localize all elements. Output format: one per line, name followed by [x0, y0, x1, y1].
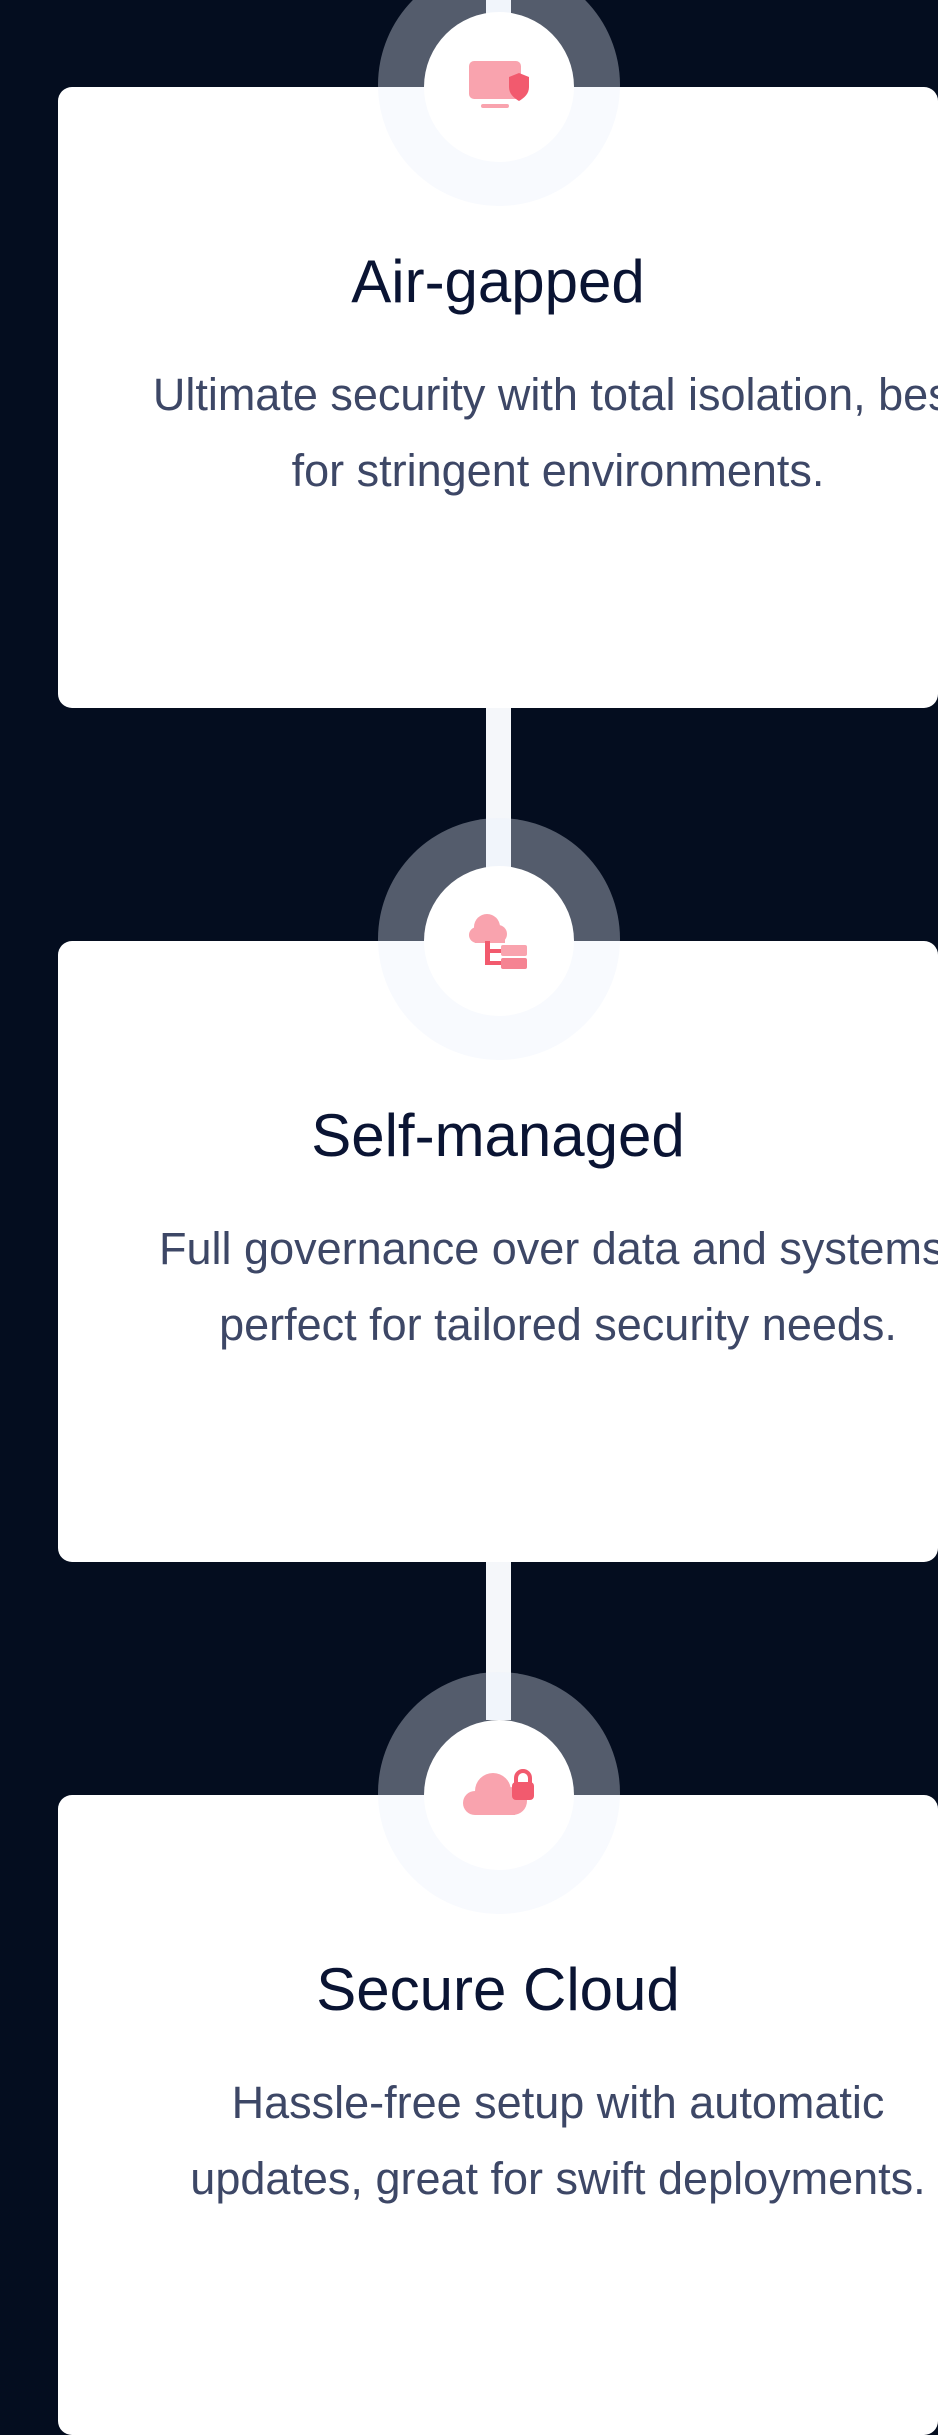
icon-badge	[424, 12, 574, 162]
deployment-options-section: Air-gapped Ultimate security with total …	[0, 0, 938, 2435]
option-description: Full governance over data and systems, p…	[159, 1223, 938, 1350]
option-description: Ultimate security with total isolation, …	[152, 369, 938, 496]
cloud-lock-icon	[461, 1767, 537, 1823]
icon-badge	[424, 866, 574, 1016]
option-title: Air-gapped	[351, 248, 645, 315]
icon-badge	[424, 1720, 574, 1870]
option-description: Hassle-free setup with automatic updates…	[190, 2077, 926, 2204]
option-title: Self-managed	[311, 1102, 685, 1169]
option-title: Secure Cloud	[316, 1956, 680, 2023]
cloud-network-icon	[467, 909, 531, 973]
monitor-shield-icon	[467, 59, 531, 115]
